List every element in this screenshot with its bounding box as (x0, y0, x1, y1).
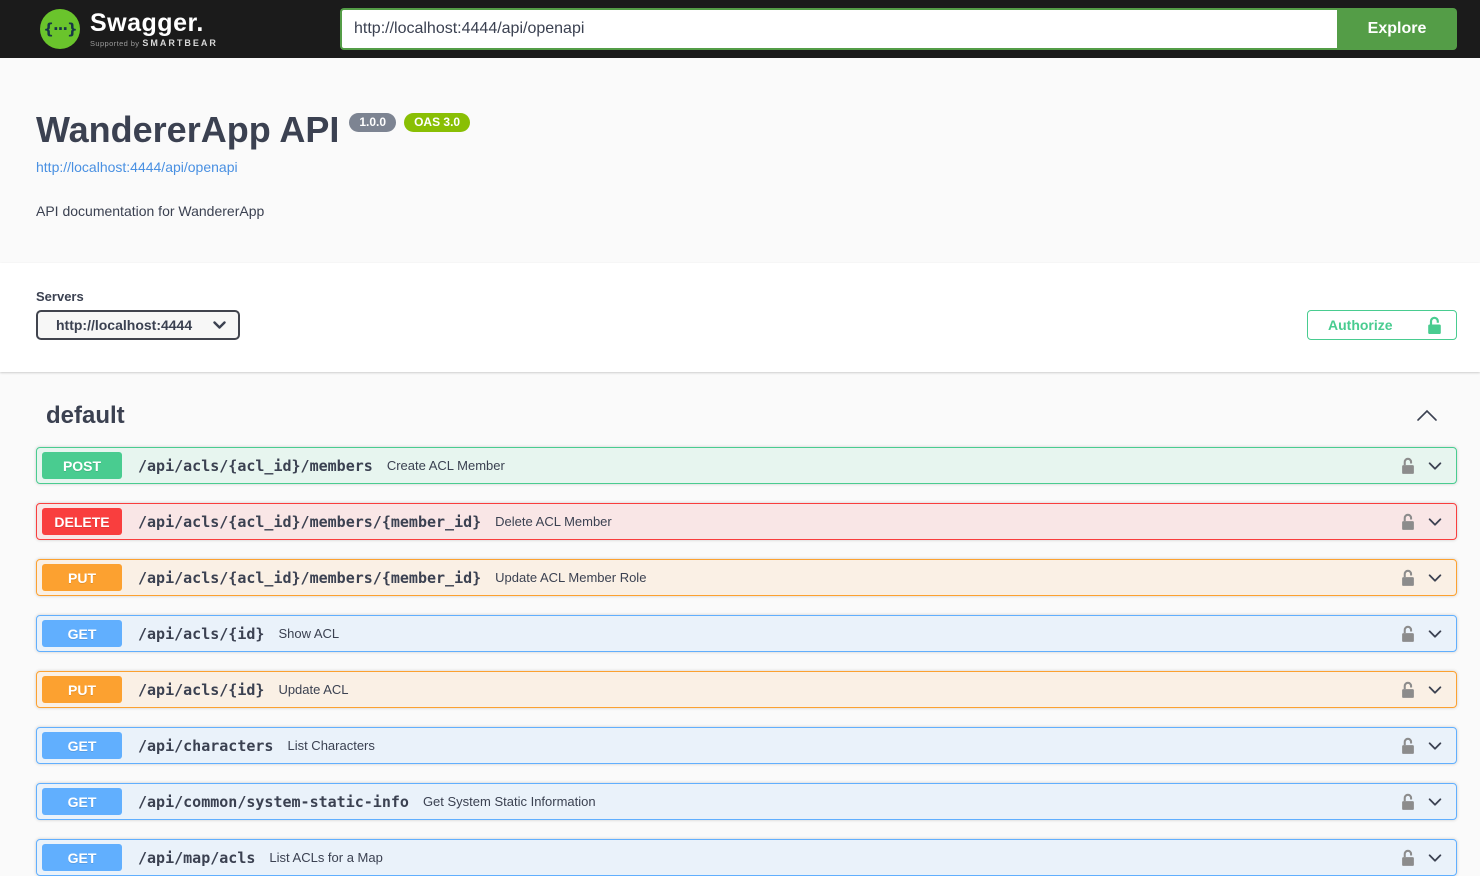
operation-path: /api/characters (138, 736, 274, 755)
operation-summary: Update ACL Member Role (495, 570, 647, 586)
expand-operation-button[interactable] (1424, 455, 1446, 477)
tagline-brand: SMARTBEAR (142, 37, 218, 48)
expand-operation-button[interactable] (1424, 623, 1446, 645)
servers-block: Servers http://localhost:4444 (36, 289, 240, 341)
operation-summary: List ACLs for a Map (269, 850, 383, 866)
chevron-down-icon (1428, 686, 1442, 694)
chevron-down-icon (1428, 574, 1442, 582)
auth-lock-button[interactable] (1399, 623, 1417, 645)
brand-tagline: Supported by SMARTBEAR (90, 37, 218, 48)
unlocked-padlock-icon (1402, 569, 1414, 586)
auth-lock-button[interactable] (1399, 791, 1417, 813)
method-badge: GET (42, 620, 122, 648)
brand-name: Swagger. (90, 8, 204, 37)
api-info: WandererApp API 1.0.0 OAS 3.0 http://loc… (36, 108, 1457, 219)
operation-path: /api/map/acls (138, 848, 256, 867)
chevron-down-icon (1428, 462, 1442, 470)
unlocked-padlock-icon (1402, 737, 1414, 754)
auth-lock-button[interactable] (1399, 455, 1417, 477)
explore-button[interactable]: Explore (1337, 8, 1457, 50)
expand-operation-button[interactable] (1424, 511, 1446, 533)
unlocked-padlock-icon (1402, 625, 1414, 642)
operation-summary: Get System Static Information (422, 794, 596, 810)
auth-lock-button[interactable] (1399, 511, 1417, 533)
chevron-up-icon (1417, 409, 1437, 421)
auth-lock-button[interactable] (1399, 847, 1417, 869)
operation-path: /api/acls/{id} (138, 680, 265, 699)
unlocked-padlock-icon (1402, 849, 1414, 866)
chevron-down-icon (213, 320, 226, 329)
servers-selected-value: http://localhost:4444 (56, 317, 193, 334)
spec-url-form: Explore (340, 8, 1457, 50)
servers-select[interactable]: http://localhost:4444 (36, 310, 240, 341)
logo-brackets: {···} (43, 20, 77, 38)
method-badge: PUT (42, 564, 122, 592)
operation-row[interactable]: GET /api/acls/{id} Show ACL (36, 615, 1457, 653)
swagger-logo-icon: {···} (40, 9, 80, 49)
spec-url-input[interactable] (340, 8, 1337, 50)
spec-url-link[interactable]: http://localhost:4444/api/openapi (36, 159, 238, 175)
method-badge: GET (42, 732, 122, 760)
auth-lock-button[interactable] (1399, 735, 1417, 757)
authorize-label: Authorize (1328, 317, 1393, 334)
scheme-container: Servers http://localhost:4444 Authorize (0, 263, 1480, 373)
operation-summary: Update ACL (278, 682, 349, 698)
expand-operation-button[interactable] (1424, 567, 1446, 589)
operation-row[interactable]: GET /api/map/acls List ACLs for a Map (36, 839, 1457, 876)
tag-section-default: default POST /api/acls/{acl_id}/members … (0, 400, 1480, 876)
servers-label: Servers (36, 289, 84, 305)
operation-summary: Show ACL (278, 626, 340, 642)
operation-summary: Delete ACL Member (495, 514, 612, 530)
method-badge: GET (42, 844, 122, 872)
expand-operation-button[interactable] (1424, 847, 1446, 869)
method-badge: GET (42, 788, 122, 816)
chevron-down-icon (1428, 854, 1442, 862)
oas-badge: OAS 3.0 (404, 113, 471, 133)
operation-path: /api/acls/{id} (138, 624, 265, 643)
expand-operation-button[interactable] (1424, 735, 1446, 757)
operation-path: /api/acls/{acl_id}/members/{member_id} (138, 512, 482, 531)
swagger-logo[interactable]: {···} Swagger. Supported by SMARTBEAR (40, 9, 340, 49)
chevron-down-icon (1428, 630, 1442, 638)
method-badge: DELETE (42, 508, 122, 536)
tag-title: default (46, 402, 125, 430)
auth-lock-button[interactable] (1399, 567, 1417, 589)
tagline-prefix: Supported by (90, 38, 140, 48)
unlocked-padlock-icon (1402, 513, 1414, 530)
topbar: {···} Swagger. Supported bySMARTBEAR Exp… (0, 0, 1480, 58)
operation-row[interactable]: GET /api/characters List Characters (36, 727, 1457, 765)
operation-path: /api/acls/{acl_id}/members/{member_id} (138, 568, 482, 587)
authorize-button[interactable]: Authorize (1307, 310, 1457, 341)
unlocked-padlock-icon (1402, 681, 1414, 698)
operation-summary: Create ACL Member (386, 458, 505, 474)
unlocked-padlock-icon (1428, 316, 1441, 334)
chevron-down-icon (1428, 518, 1442, 526)
operation-path: /api/common/system-static-info (138, 792, 409, 811)
auth-lock-button[interactable] (1399, 679, 1417, 701)
page-title: WandererApp API 1.0.0 OAS 3.0 (36, 108, 1457, 151)
api-description: API documentation for WandererApp (36, 203, 265, 220)
operation-row[interactable]: GET /api/common/system-static-info Get S… (36, 783, 1457, 821)
expand-operation-button[interactable] (1424, 791, 1446, 813)
operation-row[interactable]: DELETE /api/acls/{acl_id}/members/{membe… (36, 503, 1457, 541)
unlocked-padlock-icon (1402, 793, 1414, 810)
tag-header[interactable]: default (36, 400, 1457, 432)
version-badge: 1.0.0 (349, 113, 397, 133)
method-badge: POST (42, 452, 122, 480)
chevron-down-icon (1428, 742, 1442, 750)
expand-operation-button[interactable] (1424, 679, 1446, 701)
chevron-down-icon (1428, 798, 1442, 806)
operation-row[interactable]: POST /api/acls/{acl_id}/members Create A… (36, 447, 1457, 485)
collapse-section-button[interactable] (1411, 404, 1443, 429)
method-badge: PUT (42, 676, 122, 704)
api-title-text: WandererApp API (36, 109, 340, 150)
operation-row[interactable]: PUT /api/acls/{id} Update ACL (36, 671, 1457, 709)
unlocked-padlock-icon (1402, 457, 1414, 474)
operation-path: /api/acls/{acl_id}/members (138, 456, 373, 475)
operation-row[interactable]: PUT /api/acls/{acl_id}/members/{member_i… (36, 559, 1457, 597)
operations-list: POST /api/acls/{acl_id}/members Create A… (36, 447, 1457, 876)
operation-summary: List Characters (287, 738, 375, 754)
